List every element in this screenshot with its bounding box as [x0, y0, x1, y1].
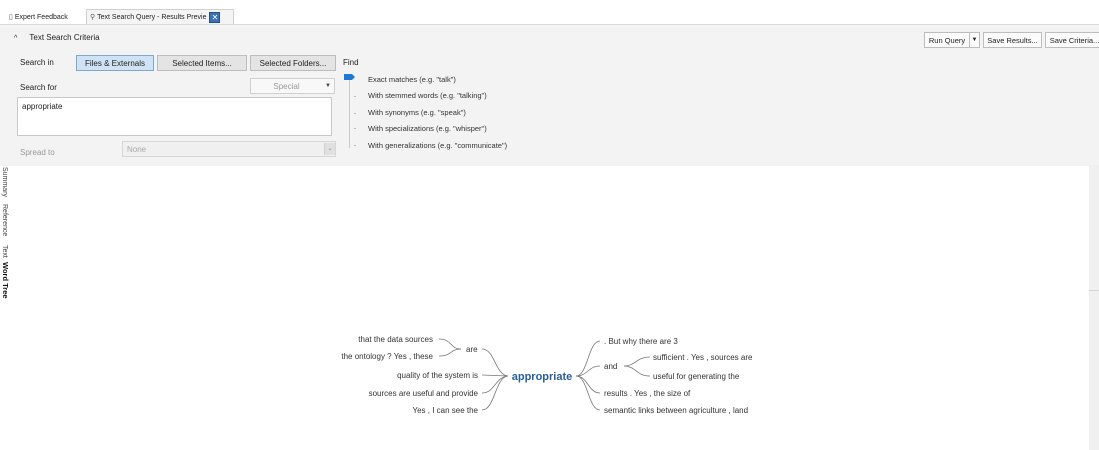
word-tree-root[interactable]: appropriate	[512, 371, 573, 383]
branch-line	[438, 348, 462, 357]
word-tree-phrase[interactable]: . But why there are 3	[604, 337, 678, 346]
branch-line	[623, 365, 651, 377]
word-tree-phrase[interactable]: the ontology ? Yes , these	[341, 352, 433, 361]
branch-line	[575, 375, 601, 411]
word-tree: that the data sources the ontology ? Yes…	[341, 335, 753, 415]
branch-line	[481, 375, 509, 394]
branch-line	[481, 348, 509, 377]
word-tree-phrase[interactable]: results . Yes , the size of	[604, 389, 691, 398]
branch-line	[438, 338, 462, 350]
word-tree-phrase[interactable]: quality of the system is	[397, 371, 478, 380]
branch-line	[623, 356, 651, 367]
word-tree-phrase[interactable]: sources are useful and provide	[369, 389, 479, 398]
branch-line	[481, 375, 509, 411]
word-tree-phrase[interactable]: useful for generating the	[653, 372, 740, 381]
word-tree-connector[interactable]: are	[466, 345, 478, 354]
word-tree-phrase[interactable]: that the data sources	[358, 335, 433, 344]
word-tree-phrase[interactable]: Yes , I can see the	[412, 406, 478, 415]
word-tree-phrase[interactable]: sufficient . Yes , sources are	[653, 353, 753, 362]
word-tree-phrase[interactable]: semantic links between agriculture , lan…	[604, 406, 748, 415]
word-tree-connector[interactable]: and	[604, 362, 617, 371]
branch-line	[575, 375, 601, 394]
